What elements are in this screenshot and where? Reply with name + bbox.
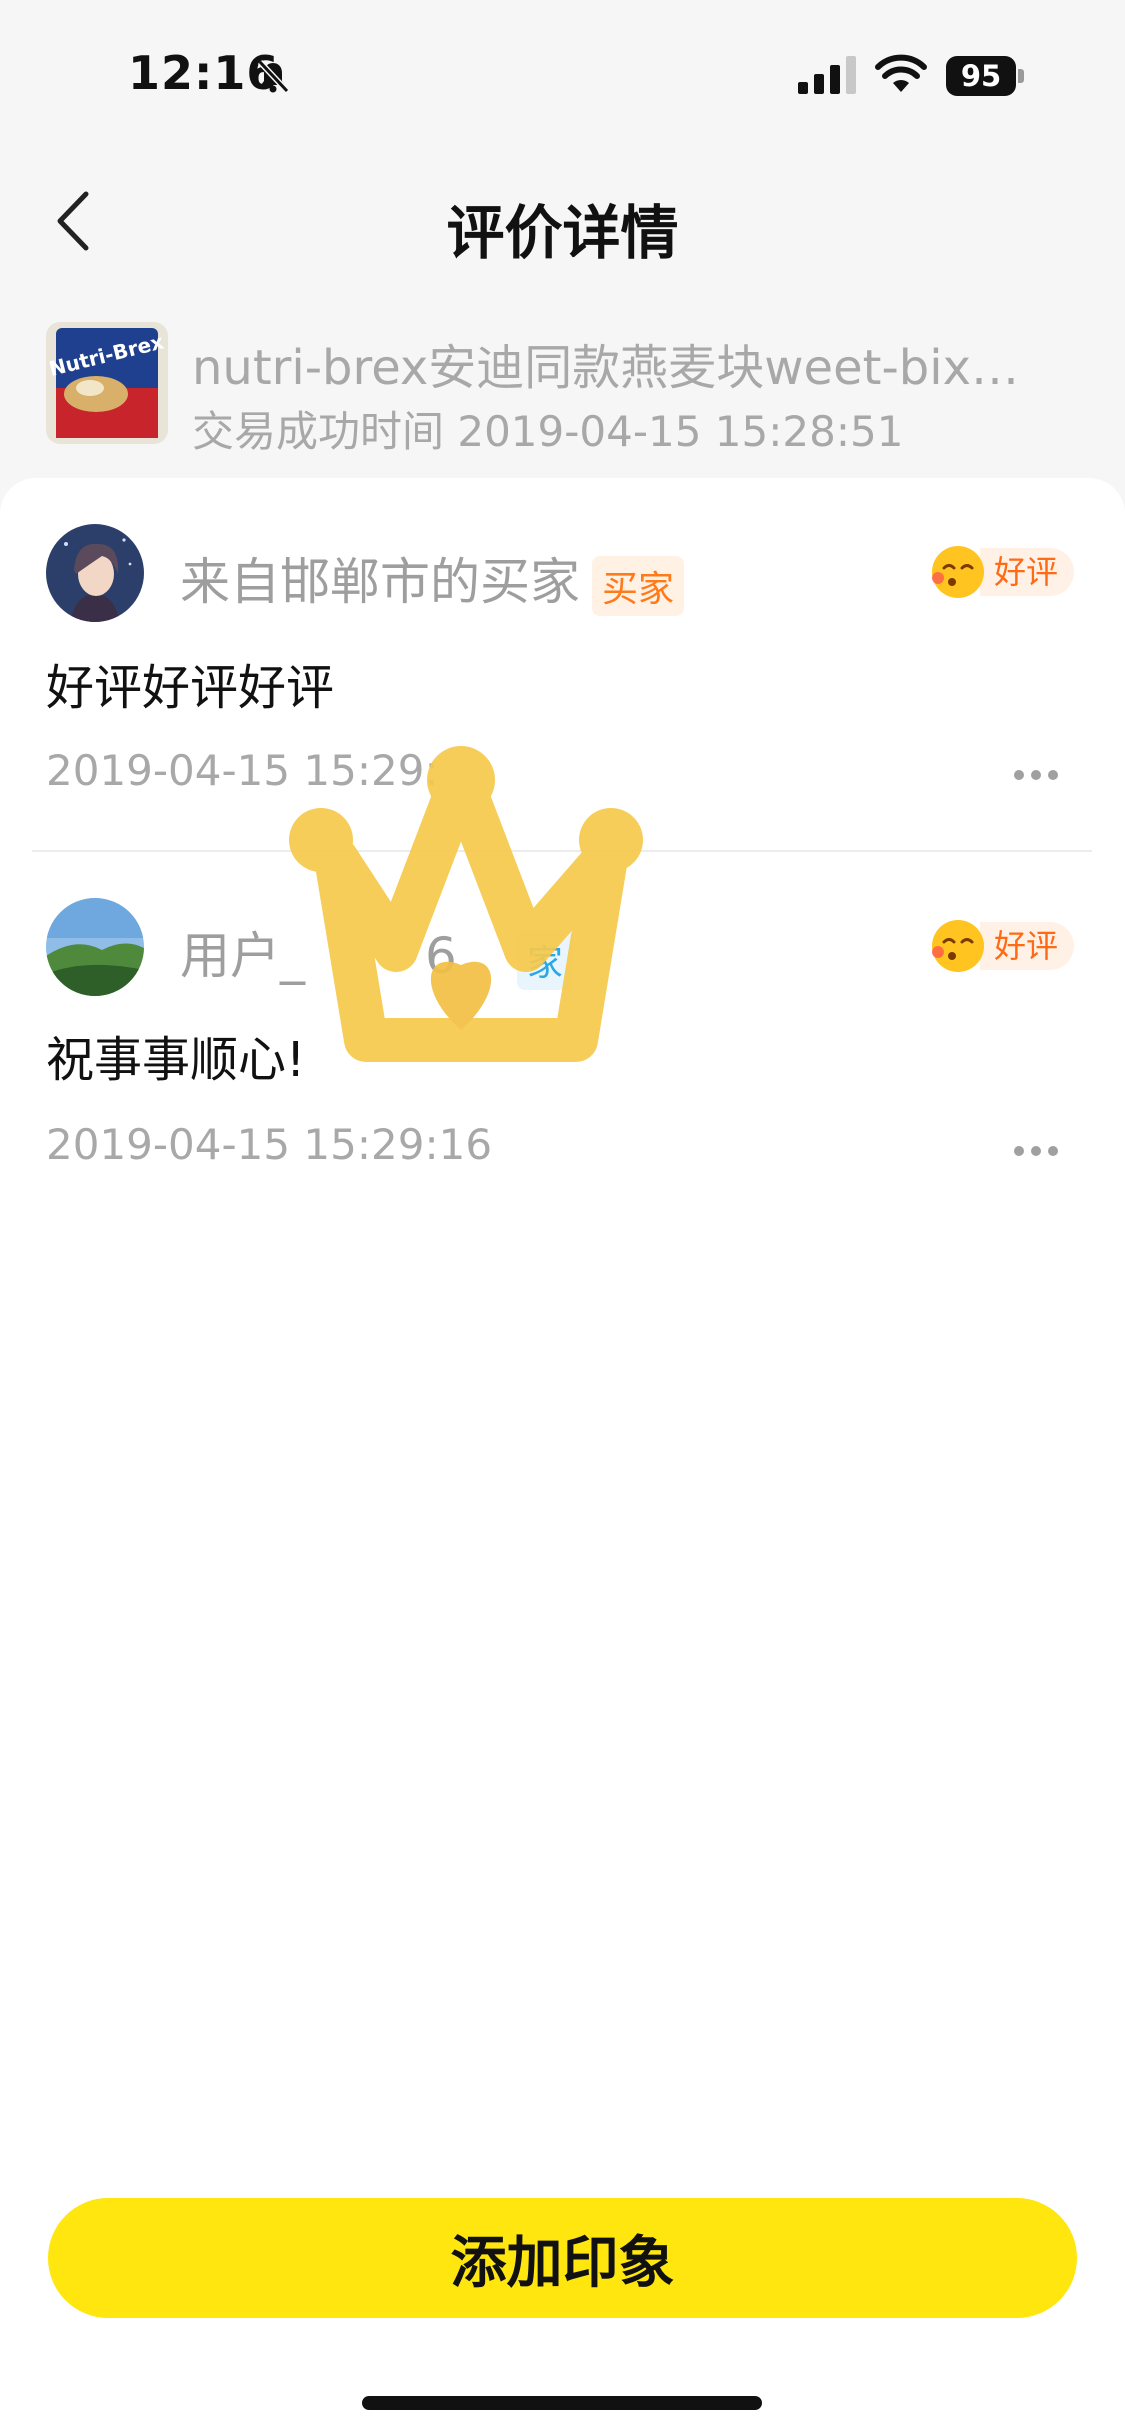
smile-face-icon: [932, 920, 984, 972]
more-dots-icon[interactable]: [1012, 1144, 1060, 1158]
review-time: 2019-04-15 15:29:16: [46, 1120, 493, 1169]
review-content: 好评好评好评: [46, 660, 335, 716]
battery-level: 95: [946, 56, 1016, 96]
seller-tag: 家: [516, 929, 573, 990]
reviewer-name[interactable]: 来自邯郸市的买家 买家: [180, 542, 685, 616]
signal-icon: [798, 56, 856, 94]
nav-bar: 评价详情: [0, 150, 1125, 290]
rating-label: 好评: [980, 548, 1075, 596]
trade-success-time: 交易成功时间 2019-04-15 15:28:51: [192, 407, 904, 456]
product-thumbnail[interactable]: Nutri-Brex: [46, 322, 168, 444]
buyer-tag: 买家: [592, 555, 685, 616]
bell-slash-icon: [257, 59, 290, 94]
rating-badge: 好评: [930, 544, 1080, 600]
reviews-card: 来自邯郸市的买家买家 好评 好评好评好评 2019-04-15 15:29:: [0, 478, 1125, 2436]
battery-icon: 95: [946, 56, 1024, 96]
smile-face-icon: [932, 546, 984, 598]
divider: [32, 850, 1092, 852]
wifi-icon: [875, 54, 927, 92]
rating-label: 好评: [980, 922, 1075, 970]
review-content: 祝事事顺心!: [46, 1032, 306, 1088]
status-bar: 12:16 95: [0, 0, 1125, 150]
reviewer-name[interactable]: 用户_ 6 家: [180, 916, 573, 990]
rating-badge: 好评: [930, 918, 1080, 974]
product-name[interactable]: nutri-brex安迪同款燕麦块weet-bix…: [192, 328, 1072, 398]
add-impression-button[interactable]: 添加印象: [48, 2198, 1077, 2318]
page-title: 评价详情: [446, 199, 679, 267]
product-summary[interactable]: Nutri-Brex nutri-brex安迪同款燕麦块weet-bix… 交易…: [0, 300, 1125, 480]
more-dots-icon[interactable]: [1012, 768, 1060, 782]
avatar[interactable]: [46, 524, 144, 622]
home-indicator[interactable]: [362, 2396, 762, 2410]
avatar[interactable]: [46, 898, 144, 996]
review-time: 2019-04-15 15:29:: [46, 746, 439, 795]
